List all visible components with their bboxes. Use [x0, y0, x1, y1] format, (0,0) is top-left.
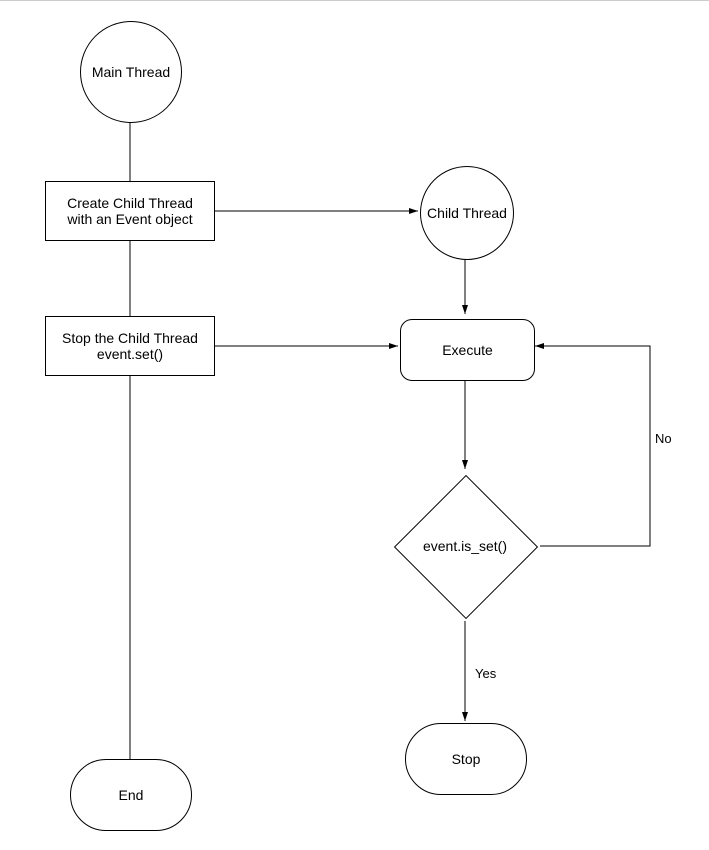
- end-label: End: [119, 787, 144, 803]
- stop-child-thread-node: Stop the Child Thread event.set(): [45, 316, 215, 376]
- flowchart-canvas: Main Thread Create Child Thread with an …: [0, 0, 709, 850]
- main-thread-label: Main Thread: [92, 64, 170, 80]
- stop-label: Stop: [452, 751, 481, 767]
- child-thread-label: Child Thread: [427, 205, 507, 221]
- create-child-thread-label: Create Child Thread with an Event object: [67, 195, 193, 227]
- create-child-thread-node: Create Child Thread with an Event object: [45, 181, 215, 241]
- execute-label: Execute: [442, 342, 493, 358]
- decision-label: event.is_set(): [415, 538, 515, 554]
- stop-node: Stop: [405, 723, 527, 795]
- yes-label: Yes: [475, 666, 496, 681]
- flowchart-connectors: [0, 1, 709, 850]
- execute-node: Execute: [400, 319, 535, 381]
- no-label: No: [655, 431, 672, 446]
- main-thread-node: Main Thread: [80, 21, 182, 123]
- stop-child-thread-label: Stop the Child Thread event.set(): [62, 330, 198, 362]
- end-node: End: [70, 759, 192, 831]
- child-thread-node: Child Thread: [420, 166, 514, 260]
